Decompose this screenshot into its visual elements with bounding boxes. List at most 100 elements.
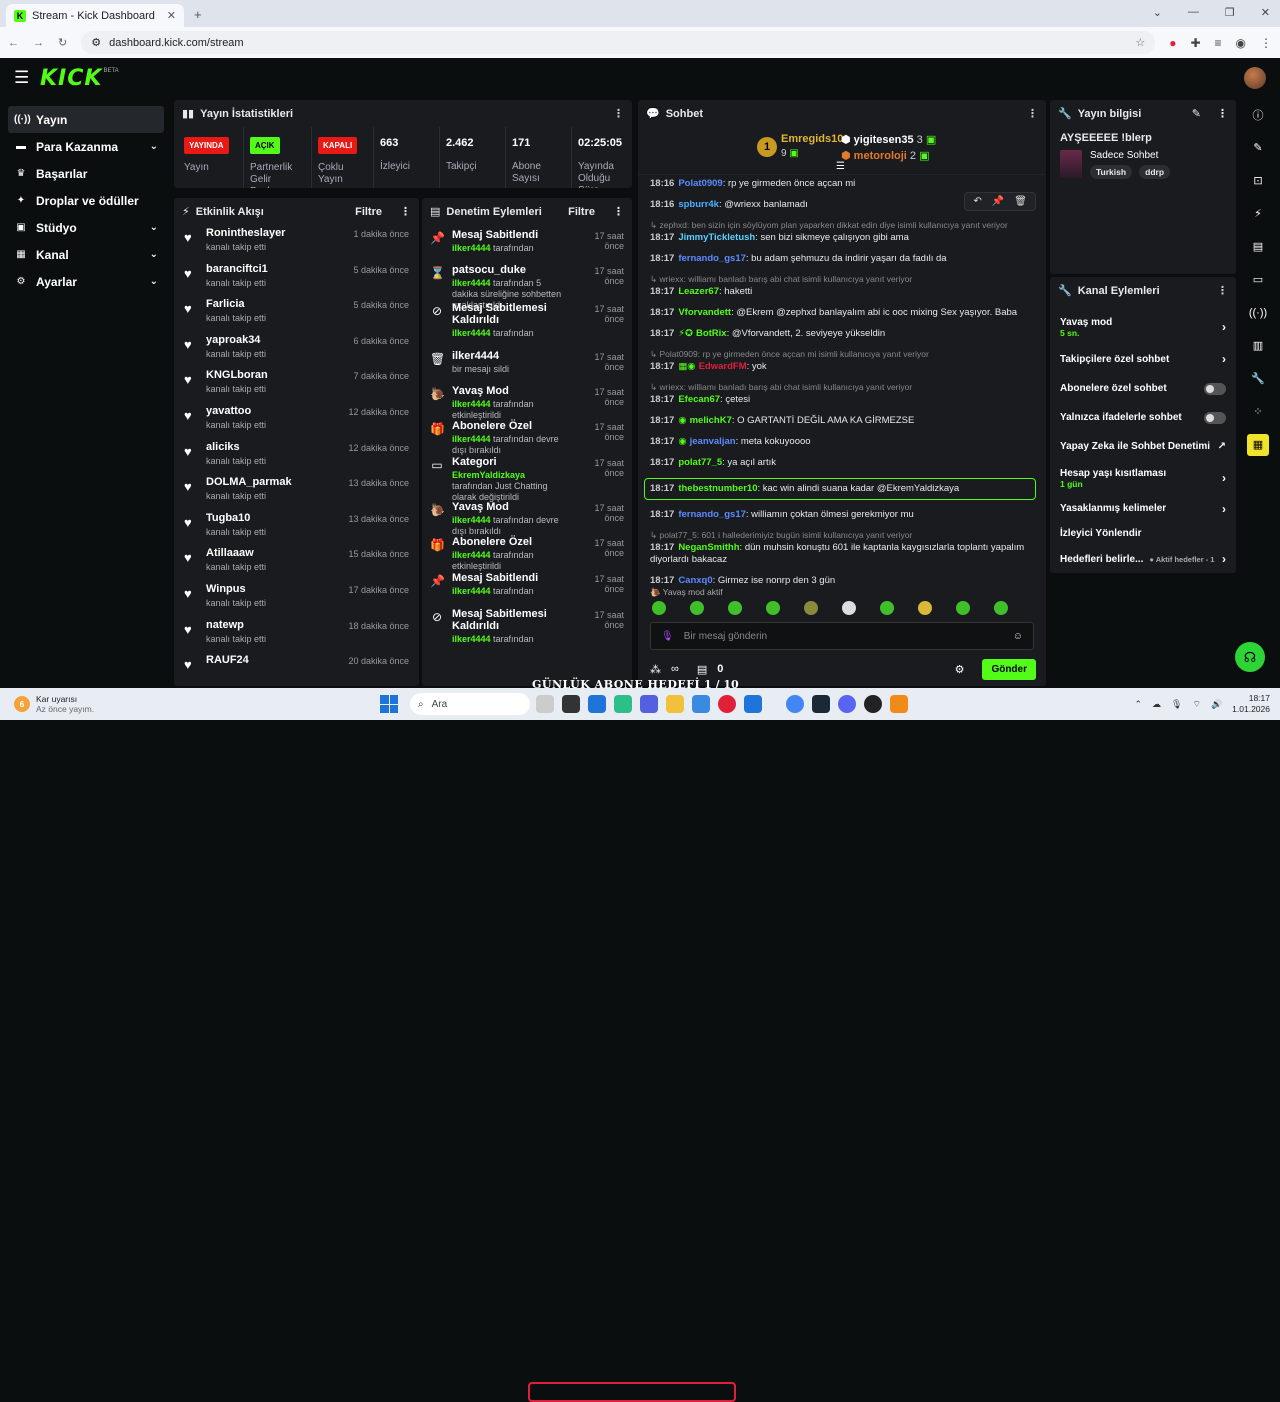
chat-username[interactable]: spburr4k xyxy=(678,199,719,210)
follower-name[interactable]: yaproak34 xyxy=(206,334,345,346)
clapper-icon[interactable]: ▦ xyxy=(1240,428,1276,461)
edit-icon[interactable]: ✎ xyxy=(1240,131,1276,164)
chat-message[interactable]: 18:17⚡✪BotRix: @Vforvandett, 2. seviyeye… xyxy=(650,328,1034,340)
moderator-name[interactable]: ilker4444 xyxy=(452,586,491,596)
emote-icon[interactable] xyxy=(804,601,818,615)
back-icon[interactable]: ← xyxy=(8,37,19,49)
info-icon[interactable]: ⓘ xyxy=(1240,98,1276,131)
chat-username[interactable]: Vforvandett xyxy=(678,307,731,318)
chat-username[interactable]: JimmyTickletush xyxy=(678,232,755,243)
chrome-icon[interactable] xyxy=(786,695,804,713)
chat-icon[interactable]: ▭ xyxy=(1240,263,1276,296)
moderator-name[interactable]: ilker4444 xyxy=(452,278,491,288)
document-icon[interactable]: ▤ xyxy=(1240,230,1276,263)
moderator-name[interactable]: ilker4444 xyxy=(452,550,491,560)
opera-icon[interactable] xyxy=(718,695,736,713)
emote-icon[interactable] xyxy=(728,601,742,615)
site-info-icon[interactable]: ⚙ xyxy=(91,36,101,49)
reload-icon[interactable]: ↻ xyxy=(58,36,67,49)
follower-name[interactable]: baranciftci1 xyxy=(206,263,345,275)
chat-username[interactable]: NeganSmithh xyxy=(678,542,739,553)
chat-username[interactable]: melichK7 xyxy=(690,415,732,426)
kick-logo[interactable]: KICK xyxy=(40,66,102,91)
reply-context[interactable]: ↳ wriexx: williamı banladı barış abi cha… xyxy=(650,382,1034,393)
chat-message[interactable]: ↳ zephxd: ben sizin için söylüyom plan y… xyxy=(650,220,1034,244)
reading-list-icon[interactable]: ≡ xyxy=(1215,36,1222,50)
extensions-icon[interactable]: ✚ xyxy=(1190,36,1200,50)
reply-context[interactable]: ↳ Polat0909: rp ye girmeden önce açcan m… xyxy=(650,349,1034,360)
follower-name[interactable]: yavattoo xyxy=(206,405,340,417)
weather-notification[interactable]: 6 Kar uyarısı Az önce yayım. xyxy=(0,694,300,714)
app-icon[interactable] xyxy=(562,695,580,713)
sidebar-item-kanal[interactable]: ▦ Kanal ⌄ xyxy=(8,241,164,268)
account-age-action[interactable]: Hesap yaşı kısıtlaması1 gün › xyxy=(1050,460,1236,496)
user-avatar[interactable] xyxy=(1244,67,1266,89)
moderator-name[interactable]: EkremYaldizkaya xyxy=(452,470,525,480)
follower-name[interactable]: RAUF24 xyxy=(206,654,340,666)
microphone-icon[interactable]: 🎙 xyxy=(661,631,674,642)
app-icon[interactable] xyxy=(744,695,762,713)
chat-message[interactable]: 18:17thebestnumber10: kac win alindi sua… xyxy=(650,478,1034,500)
follower-name[interactable]: aliciks xyxy=(206,441,340,453)
menu-icon[interactable]: ⋮ xyxy=(1260,36,1272,50)
emotes-only-toggle[interactable] xyxy=(1204,412,1226,424)
profile-icon[interactable]: ◉ xyxy=(1236,36,1246,50)
close-tab-icon[interactable]: ✕ xyxy=(167,9,176,22)
follower-name[interactable]: Winpus xyxy=(206,583,340,595)
filter-button[interactable]: Filtre xyxy=(355,206,382,218)
steam-icon[interactable] xyxy=(812,695,830,713)
follower-name[interactable]: Tugba10 xyxy=(206,512,340,524)
address-bar[interactable]: ⚙ dashboard.kick.com/stream ☆ xyxy=(81,31,1155,54)
close-window-button[interactable]: ✕ xyxy=(1261,6,1270,19)
raid-action[interactable]: İzleyici Yönlendir xyxy=(1050,521,1236,546)
moderator-name[interactable]: ilker4444 xyxy=(452,328,491,338)
pin-icon[interactable]: 📌 xyxy=(992,196,1004,207)
trash-icon[interactable]: 🗑 xyxy=(1014,196,1027,207)
sidebar-item-yayin[interactable]: ((·)) Yayın xyxy=(8,106,164,133)
follower-name[interactable]: natewp xyxy=(206,619,340,631)
more-options-icon[interactable]: ⋮ xyxy=(1027,107,1038,120)
send-button[interactable]: Gönder xyxy=(982,659,1036,680)
chat-username[interactable]: Leazer67 xyxy=(678,286,719,297)
filter-button[interactable]: Filtre xyxy=(568,206,595,218)
emote-icon[interactable] xyxy=(880,601,894,615)
goals-action[interactable]: Hedefleri belirle... ● Aktif hedefler - … xyxy=(1050,546,1236,572)
chat-message[interactable]: 18:17Vforvandett: @Ekrem @zephxd banlaya… xyxy=(650,307,1034,319)
chat-username[interactable]: jeanvaljan xyxy=(690,436,736,447)
emote-icon[interactable] xyxy=(918,601,932,615)
moderator-name[interactable]: ilker4444 xyxy=(452,634,491,644)
clock[interactable]: 18:17 1.01.2026 xyxy=(1232,693,1270,715)
hamburger-menu-icon[interactable]: ☰ xyxy=(14,68,40,88)
chat-username[interactable]: fernando_gs17 xyxy=(678,509,746,520)
chat-message[interactable]: 18:16Polat0909: rp ye girmeden önce açca… xyxy=(650,178,1034,190)
forward-icon[interactable]: → xyxy=(33,37,44,49)
obs-icon[interactable] xyxy=(864,695,882,713)
second-gifter[interactable]: ⬢ yigitesen35 3 ▣ xyxy=(841,133,936,146)
gift-icon[interactable]: ▤ xyxy=(697,663,707,676)
follower-name[interactable]: Farlicia xyxy=(206,298,345,310)
chat-username[interactable]: polat77_5 xyxy=(678,457,722,468)
dots-grid-icon[interactable]: ⁘ xyxy=(1240,395,1276,428)
follower-name[interactable]: DOLMA_parmak xyxy=(206,476,340,488)
edit-icon[interactable]: ✎ xyxy=(1192,107,1201,120)
emote-icon[interactable] xyxy=(690,601,704,615)
followers-only-action[interactable]: Takipçilere özel sohbet › xyxy=(1050,344,1236,374)
moderator-name[interactable]: ilker4444 xyxy=(452,243,491,253)
chat-settings-icon[interactable]: ⚙ xyxy=(955,663,965,676)
chat-message[interactable]: ↳ Polat0909: rp ye girmeden önce açcan m… xyxy=(650,349,1034,373)
opera-extension-icon[interactable]: ● xyxy=(1169,36,1176,50)
more-options-icon[interactable]: ⋮ xyxy=(613,107,624,120)
chat-message[interactable]: 18:17fernando_gs17: bu adam şehmuzu da i… xyxy=(650,253,1034,265)
emote-icon[interactable] xyxy=(766,601,780,615)
wrench-icon[interactable]: 🔧 xyxy=(1240,362,1276,395)
emote-icon[interactable] xyxy=(956,601,970,615)
emote-icon[interactable] xyxy=(652,601,666,615)
sidebar-item-basarilar[interactable]: ♛ Başarılar xyxy=(8,160,164,187)
minimize-button[interactable]: — xyxy=(1188,6,1199,19)
bookmark-star-icon[interactable]: ☆ xyxy=(1135,36,1145,49)
subscribers-only-toggle[interactable] xyxy=(1204,383,1226,395)
sidebar-item-droplar[interactable]: ✦ Droplar ve ödüller xyxy=(8,187,164,214)
reply-icon[interactable]: ↶ xyxy=(973,196,981,207)
moderator-name[interactable]: ilker4444 xyxy=(452,399,491,409)
moderator-name[interactable]: ilker4444 xyxy=(452,515,491,525)
